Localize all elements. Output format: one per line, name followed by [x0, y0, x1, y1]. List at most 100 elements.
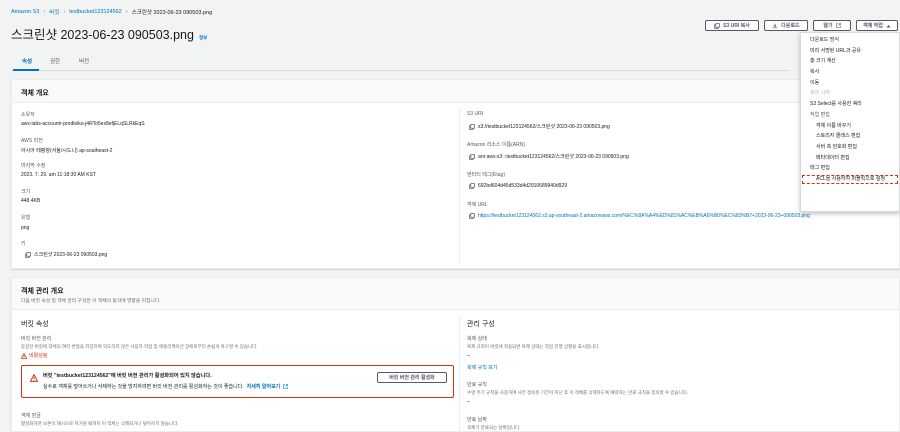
region-value: 아시아 태평양(서울/시드니) ap-southeast-2: [21, 148, 113, 154]
key-label: 키: [21, 241, 26, 247]
management-divider: [459, 316, 460, 432]
external-link-icon: [283, 384, 289, 389]
breadcrumb-separator-icon: ›: [63, 9, 66, 15]
enable-versioning-button[interactable]: 버킷 버전 관리 활성화: [377, 372, 447, 383]
expiry-date-label: 만료 날짜: [467, 417, 487, 423]
object-overview-title: 객체 개요: [21, 90, 49, 97]
menu-item[interactable]: 서버 측 암호화 편집: [801, 142, 899, 153]
etag-label: 엔터티 태그(Etag): [467, 172, 506, 178]
versioning-description: 동일한 버킷에 객체의 여러 변형을 저장하여 의도하지 않은 사용자 작업 및…: [21, 344, 258, 349]
tab-permissions[interactable]: 권한: [50, 57, 60, 65]
alert-title: 버킷 "testbucket123124562"에 버킷 버전 관리가 활성화되…: [43, 373, 212, 379]
external-link-icon: [835, 23, 841, 28]
size-label: 크기: [21, 189, 31, 195]
key-value: 스크린샷 2023-06-23 090503.png: [34, 252, 108, 258]
owner-value: aws-labs-accountr-prodleiku-j4RTo5es8efj…: [21, 121, 145, 127]
etag-row: 692bd604d45d533d4d2910689940d929: [469, 183, 567, 189]
menu-item[interactable]: S3 Select를 사용한 쿼리: [801, 99, 899, 110]
object-management-panel: 객체 관리 개요 다음 버킷 속성 및 객체 관리 구성은 이 객체의 동작에 …: [11, 277, 900, 432]
arn-value: arn:aws:s3:::testbucket123124562/스크린샷 20…: [478, 154, 629, 160]
menu-item[interactable]: 다운로드 방식: [801, 35, 899, 46]
object-overview-panel: 객체 개요 소유자 aws-labs-accountr-prodleiku-j4…: [11, 79, 900, 269]
s3-uri-row: s3://testbucket123124562/스크린샷 2023-06-23…: [469, 123, 610, 130]
alert-body-row: 실수로 객체를 덮어쓰거나 삭제하는 것을 방지하려면 버킷 버전 관리를 활성…: [43, 383, 289, 390]
menu-item[interactable]: 메타데이터 편집: [801, 153, 899, 164]
menu-item[interactable]: 태그 편집: [801, 163, 899, 174]
warning-icon: [30, 374, 38, 382]
management-subtitle: 다음 버킷 속성 및 객체 관리 구성은 이 객체의 동작에 영향을 미칩니다.: [21, 299, 161, 304]
modified-value: 2023. 7. 29. am 11:18:30 AM KST: [21, 172, 96, 178]
copy-icon[interactable]: [469, 123, 475, 130]
object-overview-header: [12, 80, 899, 103]
region-label: AWS 리전: [21, 138, 43, 144]
etag-value: 692bd604d45d533d4d2910689940d929: [478, 183, 567, 189]
menu-item[interactable]: 총 크기 계산: [801, 56, 899, 67]
copy-icon[interactable]: [469, 183, 475, 189]
breadcrumb-s3[interactable]: Amazon S3: [11, 9, 39, 15]
breadcrumb: Amazon S3 › 버킷 › testbucket123124562 › 스…: [11, 8, 212, 16]
replication-value: –: [467, 353, 470, 359]
learn-more-link[interactable]: 자세히 알아보기: [247, 383, 281, 390]
overview-divider: [459, 108, 460, 264]
object-actions-menu: 다운로드 방식 미리 서명된 URL과 공유 총 크기 계산 복사 이동 복원 시작 S3 …: [800, 32, 900, 212]
object-url-label: 객체 URL: [467, 202, 488, 208]
copy-icon: [714, 22, 720, 29]
menu-item: 작업 편집: [810, 111, 830, 118]
tab-versions[interactable]: 버전: [79, 57, 89, 65]
versioning-status-text: 비활성됨: [29, 353, 48, 359]
menu-item[interactable]: 객체 이름 바꾸기: [801, 121, 899, 132]
object-lock-label: 객체 잠금: [21, 413, 41, 419]
replication-description: 복제 규칙이 버킷에 적용되면 복제 상태는 작업 진행 상황을 표시합니다.: [467, 344, 600, 349]
page-title: 스크린샷 2023-06-23 090503.png: [11, 28, 194, 42]
info-link[interactable]: 정보: [199, 35, 207, 41]
management-header: [12, 278, 899, 310]
breadcrumb-bucket[interactable]: testbucket123124562: [69, 9, 122, 15]
object-actions-button[interactable]: 객체 작업: [856, 20, 898, 31]
menu-item-make-public-acl[interactable]: ACL을 사용하여 퍼블릭으로 설정: [801, 174, 899, 185]
breadcrumb-buckets[interactable]: 버킷: [49, 8, 59, 16]
copy-s3-uri-button[interactable]: S3 URI 복사: [705, 20, 759, 31]
s3-uri-label: S3 URI: [467, 111, 484, 117]
breadcrumb-separator-icon: ›: [43, 9, 46, 15]
menu-item[interactable]: 미리 서명된 URL과 공유: [801, 46, 899, 57]
expiry-date-description: 객체가 만료되는 날짜입니다.: [467, 425, 521, 430]
versioning-alert: 버킷 "testbucket123124562"에 버킷 버전 관리가 활성화되…: [21, 365, 454, 398]
key-row: 스크린샷 2023-06-23 090503.png: [25, 251, 107, 258]
tab-bar: [11, 53, 789, 71]
alert-body: 실수로 객체를 덮어쓰거나 삭제하는 것을 방지하려면 버킷 버전 관리를 활성…: [43, 384, 244, 390]
lifecycle-value: –: [467, 399, 470, 405]
menu-item[interactable]: 복원 시작: [801, 88, 899, 99]
warning-icon: [21, 352, 27, 359]
copy-icon[interactable]: [469, 153, 475, 160]
type-value: png: [21, 225, 30, 231]
replication-label: 복제 상태: [467, 336, 487, 342]
menu-list: 다운로드 방식 미리 서명된 URL과 공유 총 크기 계산 복사 이동 복원 시작 S3 …: [801, 35, 899, 185]
tab-properties[interactable]: 속성: [22, 57, 32, 65]
download-icon: [772, 23, 778, 28]
object-url-row: https://testbucket123124562.s3.ap-southe…: [469, 213, 810, 219]
open-button[interactable]: 열기: [813, 20, 851, 31]
copy-icon[interactable]: [25, 251, 31, 258]
size-value: 448.4KB: [21, 198, 41, 204]
caret-up-icon: [886, 24, 891, 27]
bucket-properties-heading: 버킷 속성: [21, 321, 49, 328]
object-url-link[interactable]: https://testbucket123124562.s3.ap-southe…: [478, 213, 810, 219]
view-replication-rules-link[interactable]: 복제 규칙 보기: [467, 364, 497, 371]
copy-icon[interactable]: [469, 213, 475, 219]
management-title: 객체 관리 개요: [21, 288, 64, 295]
tab-active-indicator: [13, 69, 39, 71]
menu-item[interactable]: 이동: [801, 78, 899, 89]
breadcrumb-separator-icon: ›: [125, 9, 128, 15]
versioning-label: 버킷 버전 관리: [21, 336, 52, 342]
menu-item[interactable]: 스토리지 클래스 편집: [801, 131, 899, 142]
lifecycle-label: 만료 규칙: [467, 382, 487, 388]
s3-uri-value: s3://testbucket123124562/스크린샷 2023-06-23…: [478, 124, 610, 130]
type-label: 유형: [21, 215, 31, 221]
download-button[interactable]: 다운로드: [764, 20, 808, 31]
modified-label: 마지막 수정: [21, 163, 46, 169]
arn-label: Amazon 리소스 이름(ARN): [467, 142, 526, 148]
page-title-row: 스크린샷 2023-06-23 090503.png 정보: [11, 24, 207, 43]
menu-item[interactable]: 복사: [801, 67, 899, 78]
lifecycle-description: 수명 주기 규칙을 사용하여 사전 정의된 기간이 지난 후 이 객체를 삭제하…: [467, 390, 689, 395]
breadcrumb-current: 스크린샷 2023-06-23 090503.png: [131, 10, 213, 16]
